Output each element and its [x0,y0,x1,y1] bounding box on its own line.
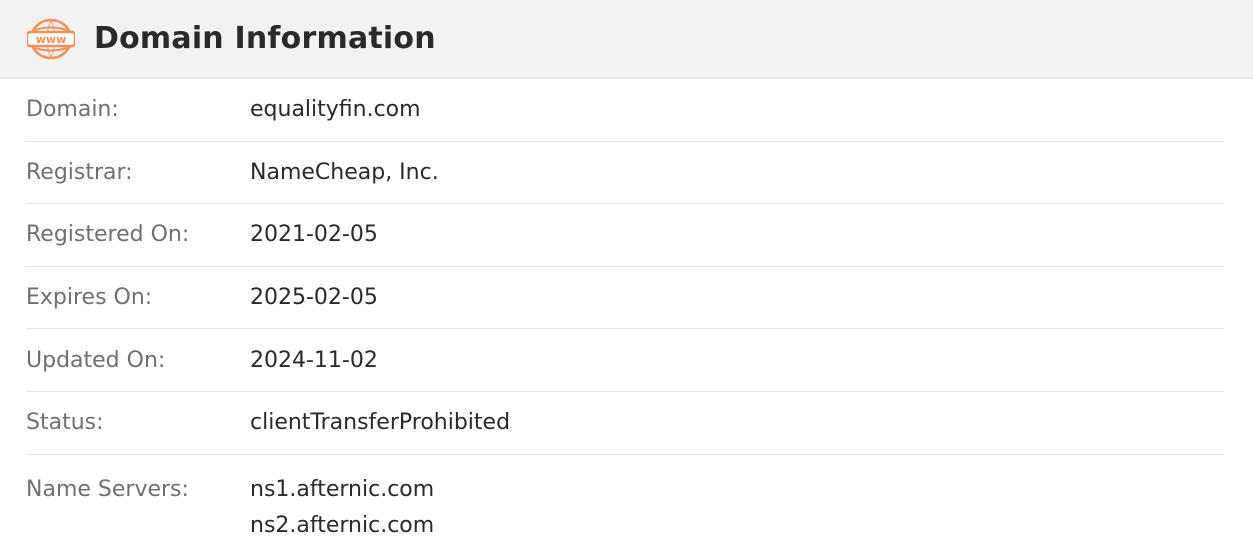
info-row-updated-on: Updated On: 2024-11-02 [26,329,1224,392]
row-label: Status: [26,410,104,436]
page-title: Domain Information [94,21,436,56]
www-globe-icon: www [27,18,75,60]
row-label: Updated On: [26,347,166,373]
row-value: 2024-11-02 [250,347,378,373]
name-server-value: ns2.afternic.com [250,512,435,538]
info-row-status: Status: clientTransferProhibited [26,392,1224,455]
domain-information-panel: www Domain Information Domain: equalityf… [0,0,1253,551]
info-row-registered-on: Registered On: 2021-02-05 [26,204,1224,267]
info-row-expires-on: Expires On: 2025-02-05 [26,267,1224,330]
name-server-value: ns1.afternic.com [250,476,435,502]
info-row-registrar: Registrar: NameCheap, Inc. [26,142,1224,205]
row-value: equalityfin.com [250,97,421,123]
row-label: Name Servers: [26,476,189,502]
info-row-name-servers: Name Servers: ns1.afternic.com ns2.after… [26,455,1224,544]
name-server-list: ns1.afternic.com ns2.afternic.com [250,472,434,544]
row-value: 2021-02-05 [250,222,378,248]
row-label: Registered On: [26,222,190,248]
row-label: Expires On: [26,285,153,311]
row-value: 2025-02-05 [250,285,378,311]
info-row-domain: Domain: equalityfin.com [26,79,1224,142]
row-value: NameCheap, Inc. [250,159,439,185]
row-label: Domain: [26,97,119,123]
panel-header: www Domain Information [0,0,1253,79]
row-value: clientTransferProhibited [250,410,511,436]
row-label: Registrar: [26,159,133,185]
svg-text:www: www [36,33,67,46]
domain-info-table: Domain: equalityfin.com Registrar: NameC… [26,79,1224,544]
